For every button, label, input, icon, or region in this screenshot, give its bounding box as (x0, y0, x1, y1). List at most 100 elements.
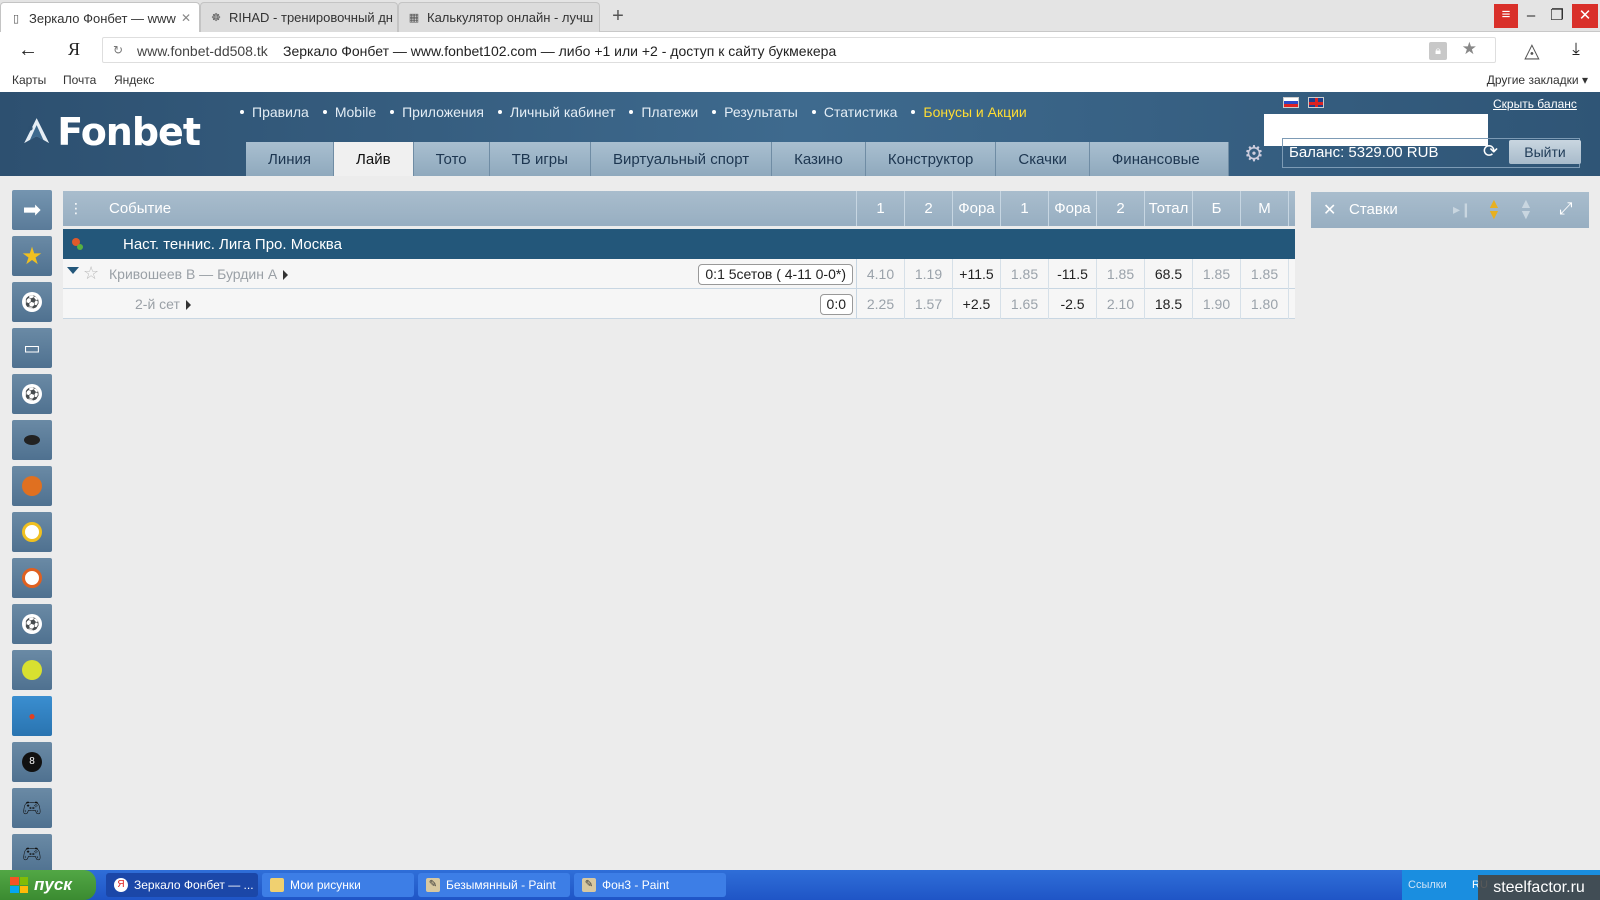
bullet-icon (322, 110, 327, 114)
table-tennis-icon: ● (28, 709, 36, 723)
browser-tab-rihad[interactable]: ☸ RIHAD - тренировочный дн (200, 2, 398, 32)
skip-end-icon[interactable]: ▸❙ (1453, 201, 1472, 218)
header-col-1: 1 (857, 191, 905, 226)
browser-tab-fonbet[interactable]: ▯ Зеркало Фонбет — www ✕ (0, 2, 200, 33)
collapse-triangle-icon[interactable] (67, 266, 79, 274)
sidebar-item-handball[interactable] (12, 558, 52, 598)
window-close-icon[interactable]: ✕ (1572, 4, 1598, 28)
total-cell: 18.5 (1145, 288, 1193, 319)
paint-icon: ✎ (582, 878, 596, 892)
play-arrow-icon (283, 269, 289, 280)
odds-cell[interactable]: 1.57 (905, 288, 953, 319)
odds-cell[interactable]: 1.85 (1097, 258, 1145, 289)
header-col-2: 2 (905, 191, 953, 226)
gear-icon[interactable]: ⚙ (1242, 142, 1266, 166)
sidebar-item-football[interactable]: ⚽ (12, 374, 52, 414)
logout-button[interactable]: Выйти (1509, 140, 1581, 164)
close-tab-icon[interactable]: ✕ (177, 11, 191, 25)
odds-cell[interactable]: 1.85 (1241, 258, 1289, 289)
back-arrow-icon[interactable]: ← (18, 38, 42, 62)
tab-casino[interactable]: Казино (772, 142, 866, 176)
sidebar-item-basketball[interactable] (12, 466, 52, 506)
subevent-name[interactable]: 2-й сет (135, 296, 191, 312)
taskbar-item-my-pictures[interactable]: Мои рисунки (262, 873, 414, 897)
russian-flag-icon[interactable] (1283, 97, 1299, 108)
top-link-payments[interactable]: Платежи (629, 104, 698, 120)
restore-icon[interactable]: ❐ (1544, 4, 1570, 28)
odds-cell[interactable]: 2.10 (1097, 288, 1145, 319)
refresh-icon[interactable]: ⟳ (1483, 141, 1498, 162)
tab-line[interactable]: Линия (246, 142, 335, 176)
tab-constructor[interactable]: Конструктор (865, 142, 997, 176)
league-row[interactable]: Наст. теннис. Лига Про. Москва (63, 229, 1295, 259)
odds-cell[interactable]: 1.90 (1193, 288, 1241, 319)
tab-financial[interactable]: Финансовые (1089, 142, 1229, 176)
english-flag-icon[interactable] (1308, 97, 1324, 108)
top-link-label: Приложения (402, 104, 485, 120)
tab-toto[interactable]: Тото (413, 142, 490, 176)
tab-live[interactable]: Лайв (334, 142, 414, 176)
sidebar-item-esports-2[interactable]: 🎮︎ (12, 834, 52, 874)
top-link-account[interactable]: Личный кабинет (498, 104, 615, 120)
gamepad-icon: 🎮︎ (21, 800, 43, 817)
close-icon[interactable]: ✕ (1323, 200, 1336, 220)
minimize-icon[interactable]: – (1518, 4, 1544, 28)
bullet-icon (240, 110, 244, 114)
bookmark-yandex[interactable]: Яндекс (114, 73, 154, 87)
sort-icon[interactable]: ▲ ▼ (1487, 196, 1501, 221)
sidebar-item-favorites[interactable]: ★ (12, 236, 52, 276)
column-menu-icon[interactable]: ⋮ (63, 191, 89, 226)
sidebar-item-futsal[interactable]: ⚽ (12, 604, 52, 644)
sidebar-item-billiards[interactable]: 8 (12, 742, 52, 782)
bookmark-star-icon[interactable]: ★ (1462, 39, 1477, 59)
odds-cell[interactable]: 1.85 (1001, 258, 1049, 289)
odds-cell[interactable]: 1.19 (905, 258, 953, 289)
sidebar-item-esports[interactable]: 🎮︎ (12, 788, 52, 828)
top-link-apps[interactable]: Приложения (390, 104, 484, 120)
odds-cell[interactable]: 1.85 (1193, 258, 1241, 289)
sidebar-toggle[interactable]: ➡ (12, 190, 52, 230)
other-bookmarks[interactable]: Другие закладки ▾ (1487, 73, 1588, 87)
tab-races[interactable]: Скачки (996, 142, 1090, 176)
taskbar-item-browser[interactable]: Я Зеркало Фонбет — ... (106, 873, 258, 897)
sidebar-item-tennis[interactable] (12, 650, 52, 690)
sidebar-item-table-tennis[interactable]: ● (12, 696, 52, 736)
hide-balance-link[interactable]: Скрыть баланс (1493, 97, 1577, 111)
alice-icon[interactable]: ◬ (1520, 38, 1544, 62)
sort-alt-icon[interactable]: ▲ ▼ (1519, 196, 1533, 221)
tray-links[interactable]: Ссылки (1408, 879, 1447, 891)
start-button[interactable]: пуск (0, 870, 96, 900)
top-link-results[interactable]: Результаты (712, 104, 798, 120)
browser-menu-icon[interactable]: ≡ (1494, 4, 1518, 28)
top-link-rules[interactable]: Правила (240, 104, 309, 120)
top-link-bonuses[interactable]: Бонусы и Акции (911, 104, 1027, 120)
odds-cell[interactable]: 1.80 (1241, 288, 1289, 319)
url-input[interactable]: ↻ www.fonbet-dd508.tk Зеркало Фонбет — w… (102, 37, 1496, 63)
odds-cell[interactable]: 2.25 (857, 288, 905, 319)
yandex-logo[interactable]: Я (68, 39, 80, 60)
bookmark-mail[interactable]: Почта (63, 73, 96, 87)
sidebar-item-tv[interactable]: ▭ (12, 328, 52, 368)
sidebar-item-all-sports[interactable]: ⚽ (12, 282, 52, 322)
taskbar-item-paint-fon3[interactable]: ✎ Фон3 - Paint (574, 873, 726, 897)
event-name[interactable]: Кривошеев В — Бурдин А (109, 266, 289, 282)
expand-icon[interactable]: ⤢ (1559, 199, 1573, 219)
bookmark-maps[interactable]: Карты (12, 73, 46, 87)
odds-cell[interactable]: 1.65 (1001, 288, 1049, 319)
top-link-mobile[interactable]: Mobile (322, 104, 376, 120)
reload-icon[interactable]: ↻ (113, 43, 123, 57)
odds-cell[interactable]: 4.10 (857, 258, 905, 289)
header-col-under: М (1241, 191, 1289, 226)
top-link-stats[interactable]: Статистика (811, 104, 897, 120)
taskbar-item-paint-untitled[interactable]: ✎ Безымянный - Paint (418, 873, 570, 897)
new-tab-button[interactable]: + (606, 4, 630, 28)
tab-virtual-sport[interactable]: Виртуальный спорт (590, 142, 773, 176)
sidebar-item-volleyball[interactable] (12, 512, 52, 552)
tab-tv-games[interactable]: ТВ игры (489, 142, 591, 176)
favorite-star-icon[interactable]: ☆ (83, 263, 99, 284)
browser-tab-calculator[interactable]: ▦ Калькулятор онлайн - лучш (398, 2, 600, 32)
protect-icon[interactable]: 🔒︎ (1429, 42, 1447, 60)
download-icon[interactable]: ⤓ (1566, 39, 1586, 61)
sidebar-item-hockey[interactable] (12, 420, 52, 460)
fonbet-logo[interactable]: O Fonbet (20, 104, 201, 160)
